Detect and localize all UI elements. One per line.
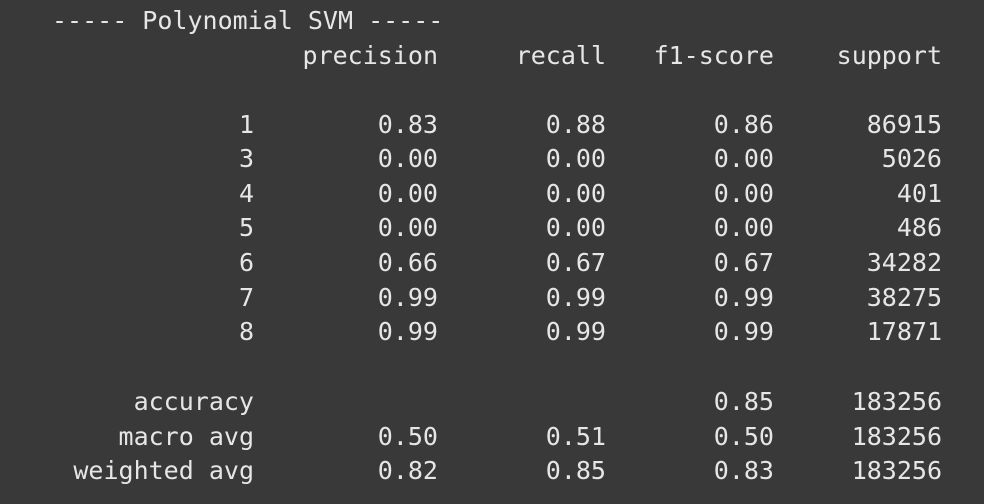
row-label: 8: [238, 317, 254, 346]
report-title-line: ----- Polynomial SVM -----: [0, 8, 984, 33]
summary-row-macro-avg: macro avg 0.50 0.51 0.50 183256: [0, 424, 984, 449]
summary-row-accuracy: accuracy 0.85 183256: [0, 389, 984, 414]
row-f1-score: 0.00: [713, 144, 774, 173]
row-f1-score: 0.99: [713, 317, 774, 346]
row-support: 401: [896, 179, 942, 208]
summary-support: 183256: [851, 456, 942, 485]
row-precision: 0.99: [377, 283, 438, 312]
row-recall: 0.00: [545, 213, 606, 242]
row-support: 38275: [866, 283, 942, 312]
row-f1-score: 0.00: [713, 213, 774, 242]
row-precision: 0.00: [377, 213, 438, 242]
summary-precision: 0.50: [377, 422, 438, 451]
row-precision: 0.66: [377, 248, 438, 277]
header-recall: recall: [515, 41, 606, 70]
row-precision: 0.00: [377, 179, 438, 208]
table-row: 8 0.99 0.99 0.99 17871: [0, 319, 984, 344]
row-support: 17871: [866, 317, 942, 346]
header-support: support: [836, 41, 942, 70]
header-row: precision recall f1-score support: [0, 43, 984, 68]
summary-f1-score: 0.83: [713, 456, 774, 485]
table-row: 1 0.83 0.88 0.86 86915: [0, 112, 984, 137]
row-recall: 0.99: [545, 317, 606, 346]
row-f1-score: 0.00: [713, 179, 774, 208]
row-recall: 0.67: [545, 248, 606, 277]
summary-label: macro avg: [118, 422, 254, 451]
row-label: 4: [238, 179, 254, 208]
row-label: 7: [238, 283, 254, 312]
row-support: 486: [896, 213, 942, 242]
summary-f1-score: 0.85: [713, 387, 774, 416]
row-label: 1: [238, 110, 254, 139]
summary-label: accuracy: [133, 387, 254, 416]
row-precision: 0.99: [377, 317, 438, 346]
terminal-output: ----- Polynomial SVM ----- precision rec…: [0, 0, 984, 504]
row-label: 5: [238, 213, 254, 242]
report-title: ----- Polynomial SVM -----: [52, 6, 444, 35]
table-row: 7 0.99 0.99 0.99 38275: [0, 285, 984, 310]
summary-support: 183256: [851, 422, 942, 451]
summary-recall: 0.85: [545, 456, 606, 485]
row-recall: 0.00: [545, 179, 606, 208]
row-f1-score: 0.99: [713, 283, 774, 312]
summary-recall: 0.51: [545, 422, 606, 451]
summary-f1-score: 0.50: [713, 422, 774, 451]
row-recall: 0.00: [545, 144, 606, 173]
header-precision: precision: [302, 41, 438, 70]
summary-label: weighted avg: [73, 456, 254, 485]
row-support: 5026: [881, 144, 942, 173]
header-f1-score: f1-score: [653, 41, 774, 70]
row-label: 3: [238, 144, 254, 173]
row-support: 86915: [866, 110, 942, 139]
summary-support: 183256: [851, 387, 942, 416]
row-precision: 0.83: [377, 110, 438, 139]
summary-precision: 0.82: [377, 456, 438, 485]
table-row: 5 0.00 0.00 0.00 486: [0, 215, 984, 240]
row-f1-score: 0.67: [713, 248, 774, 277]
summary-row-weighted-avg: weighted avg 0.82 0.85 0.83 183256: [0, 458, 984, 483]
table-row: 3 0.00 0.00 0.00 5026: [0, 146, 984, 171]
row-support: 34282: [866, 248, 942, 277]
row-recall: 0.99: [545, 283, 606, 312]
table-row: 4 0.00 0.00 0.00 401: [0, 181, 984, 206]
table-row: 6 0.66 0.67 0.67 34282: [0, 250, 984, 275]
row-recall: 0.88: [545, 110, 606, 139]
row-precision: 0.00: [377, 144, 438, 173]
row-f1-score: 0.86: [713, 110, 774, 139]
row-label: 6: [238, 248, 254, 277]
